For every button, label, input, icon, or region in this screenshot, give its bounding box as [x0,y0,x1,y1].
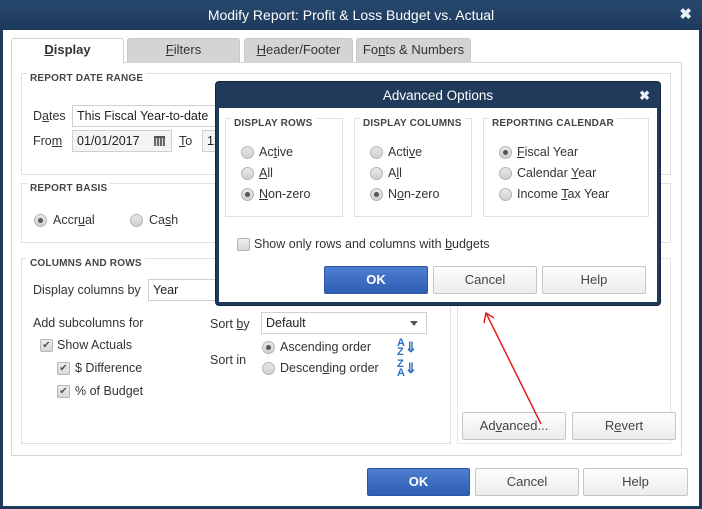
advanced-options-title-bar: Advanced Options ✖ [216,82,660,108]
help-button[interactable]: Help [583,468,688,496]
advanced-options-title: Advanced Options [382,88,494,103]
dollar-difference-label[interactable]: $ Difference [75,361,142,375]
report-date-range-title: REPORT DATE RANGE [27,73,147,84]
advanced-ok-button[interactable]: OK [324,266,428,294]
sort-in-label: Sort in [210,353,247,367]
columns-all-label[interactable]: All [388,166,402,180]
tab-header-footer[interactable]: Header/Footer [244,38,353,62]
display-rows-title: DISPLAY ROWS [231,118,316,129]
report-basis-title: REPORT BASIS [27,183,111,194]
dollar-difference-checkbox[interactable]: ✔ [57,362,70,375]
columns-all-radio[interactable] [370,167,383,180]
sort-descending-icon: ZA [397,358,405,379]
fiscal-year-radio[interactable] [499,146,512,159]
columns-nonzero-label[interactable]: Non-zero [388,187,439,201]
show-only-budgets-label[interactable]: Show only rows and columns with budgets [254,237,490,251]
income-tax-year-radio[interactable] [499,188,512,201]
display-columns-group: DISPLAY COLUMNS Active All Non-zero [354,118,472,217]
close-icon[interactable]: ✖ [639,82,650,110]
columns-active-radio[interactable] [370,146,383,159]
modify-report-window: Modify Report: Profit & Loss Budget vs. … [0,0,702,509]
columns-nonzero-radio[interactable] [370,188,383,201]
calendar-year-radio[interactable] [499,167,512,180]
percent-of-budget-checkbox[interactable]: ✔ [57,385,70,398]
columns-and-rows-title: COLUMNS AND ROWS [27,258,145,269]
title-bar: Modify Report: Profit & Loss Budget vs. … [0,0,702,30]
rows-active-label[interactable]: Active [259,145,293,159]
from-date-field[interactable]: 01/01/2017 [72,130,172,152]
advanced-options-dialog: Advanced Options ✖ DISPLAY ROWS Active A… [216,82,660,305]
fiscal-year-label[interactable]: Fiscal Year [517,145,578,159]
dates-label: Dates [33,109,66,123]
accrual-radio[interactable] [34,214,47,227]
sort-ascending-icon: AZ [397,337,405,358]
rows-all-radio[interactable] [241,167,254,180]
ascending-order-label[interactable]: Ascending order [280,340,371,354]
to-label: To [179,134,193,148]
add-subcolumns-label: Add subcolumns for [33,316,144,330]
tab-filters[interactable]: Filters [127,38,240,62]
ok-button[interactable]: OK [367,468,470,496]
chevron-down-icon [410,321,418,326]
income-tax-year-label[interactable]: Income Tax Year [517,187,609,201]
cash-radio[interactable] [130,214,143,227]
cancel-button[interactable]: Cancel [475,468,579,496]
advanced-help-button[interactable]: Help [542,266,646,294]
display-columns-label: Display columns by [33,283,141,297]
show-actuals-checkbox[interactable]: ✔ [40,339,53,352]
show-actuals-label[interactable]: Show Actuals [57,338,132,352]
close-icon[interactable]: ✖ [679,0,692,30]
arrow-down-icon: ⇓ [405,360,417,376]
advanced-button[interactable]: Advanced... [462,412,566,440]
tab-fonts-numbers[interactable]: Fonts & Numbers [356,38,471,62]
show-only-budgets-checkbox[interactable] [237,238,250,251]
reporting-calendar-title: REPORTING CALENDAR [489,118,617,129]
accrual-label[interactable]: Accrual [53,213,95,227]
display-columns-title: DISPLAY COLUMNS [360,118,465,129]
calendar-year-label[interactable]: Calendar Year [517,166,596,180]
rows-active-radio[interactable] [241,146,254,159]
columns-active-label[interactable]: Active [388,145,422,159]
advanced-cancel-button[interactable]: Cancel [433,266,537,294]
rows-all-label[interactable]: All [259,166,273,180]
sort-by-label: Sort by [210,317,250,331]
calendar-icon[interactable] [154,136,165,146]
window-title: Modify Report: Profit & Loss Budget vs. … [207,7,495,23]
sort-by-dropdown[interactable]: Default [261,312,427,334]
reporting-calendar-group: REPORTING CALENDAR Fiscal Year Calendar … [483,118,649,217]
from-label: From [33,134,63,148]
percent-of-budget-label[interactable]: % of Budget [75,384,143,398]
display-rows-group: DISPLAY ROWS Active All Non-zero [225,118,343,217]
descending-order-label[interactable]: Descending order [280,361,379,375]
dates-dropdown[interactable]: This Fiscal Year-to-date [72,105,232,127]
advanced-options-body: DISPLAY ROWS Active All Non-zero DISPLAY… [219,108,657,302]
rows-nonzero-radio[interactable] [241,188,254,201]
ascending-order-radio[interactable] [262,341,275,354]
rows-nonzero-label[interactable]: Non-zero [259,187,310,201]
revert-button[interactable]: Revert [572,412,676,440]
tab-display[interactable]: Display [11,38,124,64]
descending-order-radio[interactable] [262,362,275,375]
arrow-down-icon: ⇓ [405,339,417,355]
cash-label[interactable]: Cash [149,213,178,227]
